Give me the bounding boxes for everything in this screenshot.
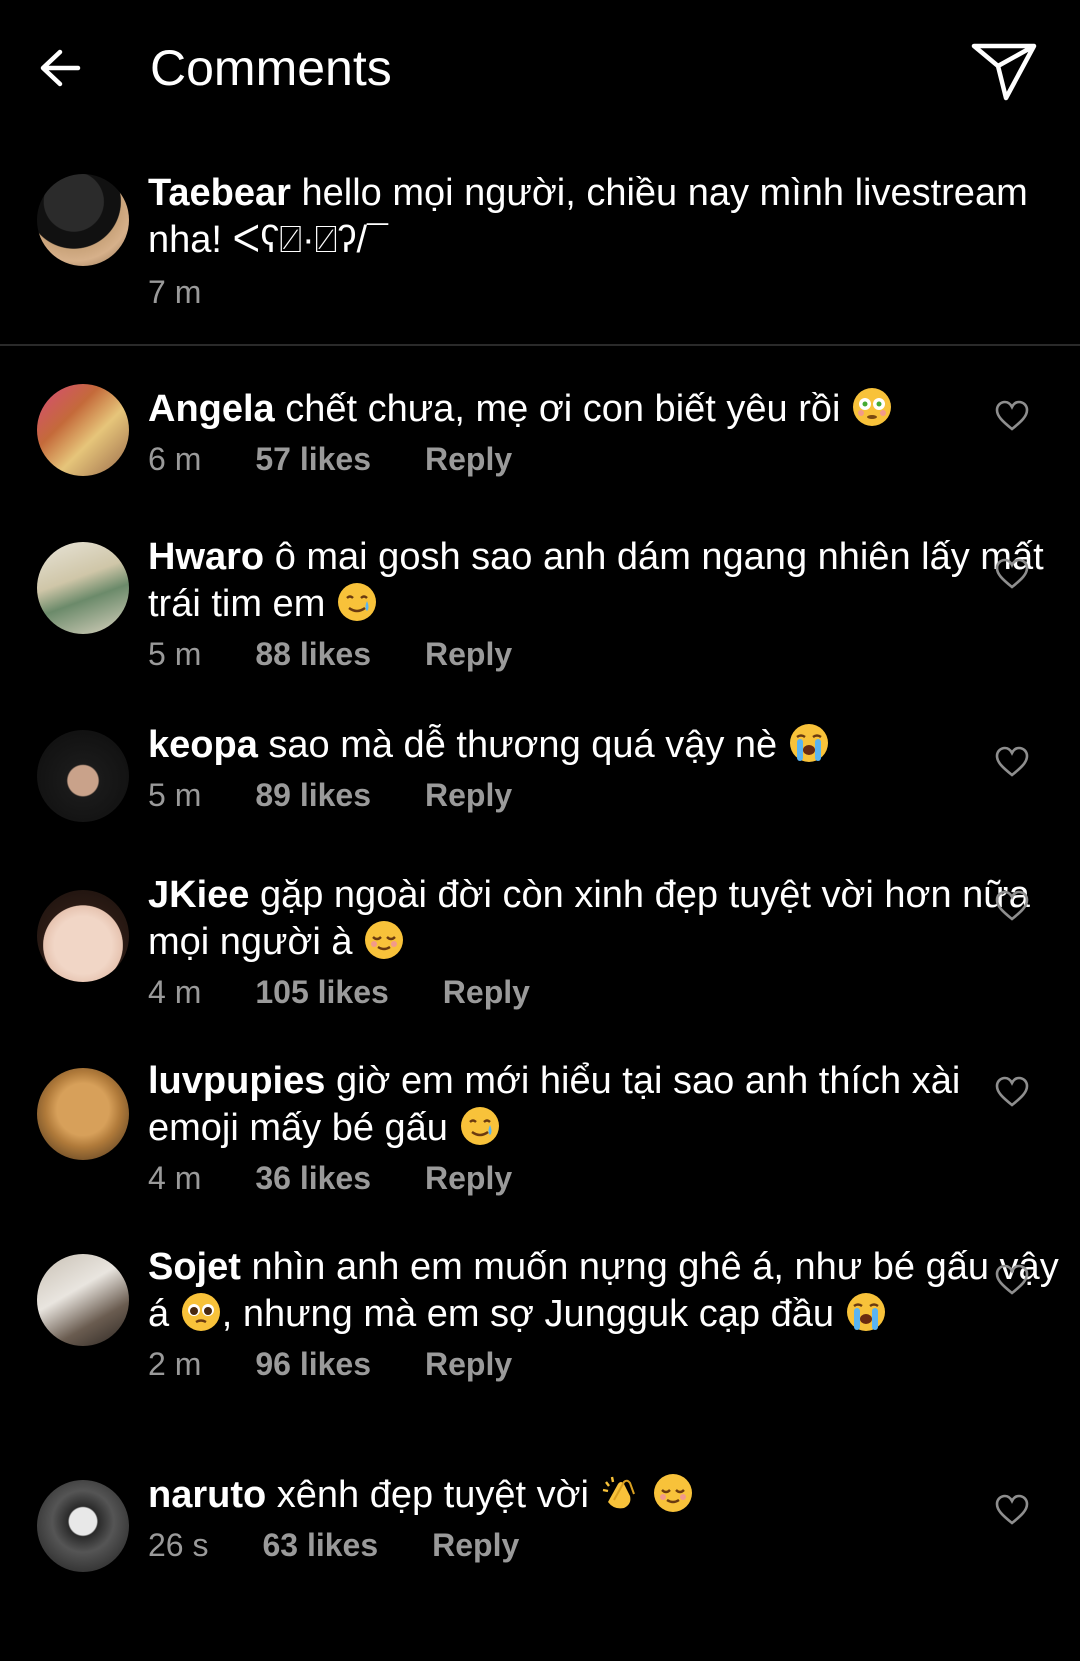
comment: keopa sao mà dễ thương quá vậy nè 5 m 89… <box>0 704 1080 856</box>
comment: naruto xênh đẹp tuyệt vời 26 s 63 likes … <box>0 1464 1080 1644</box>
comment-likes[interactable]: 63 likes <box>262 1525 378 1565</box>
comment-likes[interactable]: 88 likes <box>255 634 371 674</box>
comment-text: luvpupies giờ em mới hiểu tại sao anh th… <box>148 1058 1060 1152</box>
comment-text: Hwaro ô mai gosh sao anh dám ngang nhiên… <box>148 534 1060 628</box>
heart-icon[interactable] <box>994 1494 1030 1526</box>
heart-icon[interactable] <box>994 890 1030 922</box>
heart-icon[interactable] <box>994 1076 1030 1108</box>
reply-button[interactable]: Reply <box>425 1158 512 1198</box>
page-title: Comments <box>150 40 392 96</box>
heart-icon[interactable] <box>994 1264 1030 1296</box>
comment-text: Angela chết chưa, mẹ ơi con biết yêu rồi <box>148 386 1060 433</box>
avatar[interactable] <box>37 542 129 634</box>
back-button[interactable] <box>30 38 90 98</box>
arrow-left-icon <box>40 49 81 87</box>
avatar[interactable] <box>37 730 129 822</box>
comment: Angela chết chưa, mẹ ơi con biết yêu rồi… <box>0 346 1080 504</box>
avatar[interactable] <box>37 1254 129 1346</box>
comment-text: Sojet nhìn anh em muốn nựng ghê á, như b… <box>148 1244 1060 1338</box>
pleading-face-icon <box>181 1293 220 1331</box>
flushed-face-icon <box>853 388 892 426</box>
avatar[interactable] <box>37 1480 129 1572</box>
paper-plane-icon <box>971 43 1037 101</box>
comment-body-cont: , nhưng mà em sợ Jungguk cạp đầu <box>221 1293 834 1335</box>
comment-time: 2 m <box>148 1346 202 1382</box>
share-button[interactable] <box>968 38 1040 104</box>
comment-time: 5 m <box>148 777 202 813</box>
reply-button[interactable]: Reply <box>443 972 530 1012</box>
reply-button[interactable]: Reply <box>425 439 512 479</box>
loudly-crying-face-icon <box>846 1293 885 1331</box>
comment-likes[interactable]: 96 likes <box>255 1344 371 1384</box>
comment-time: 26 s <box>148 1527 209 1563</box>
comment-time: 4 m <box>148 974 202 1010</box>
smiling-tear-icon <box>337 583 376 621</box>
comment-body: sao mà dễ thương quá vậy nè <box>268 724 778 766</box>
comment-body: gặp ngoài đời còn xinh đẹp tuyệt vời hơn… <box>148 874 1030 963</box>
caption-text: Taebear hello mọi người, chiều nay mình … <box>148 170 1060 264</box>
heart-icon[interactable] <box>994 746 1030 778</box>
caption-username[interactable]: Taebear <box>148 172 291 214</box>
caption-time: 7 m <box>148 274 202 310</box>
comment-body: ô mai gosh sao anh dám ngang nhiên lấy m… <box>148 536 1044 625</box>
reply-button[interactable]: Reply <box>425 775 512 815</box>
comment-likes[interactable]: 105 likes <box>255 972 388 1012</box>
top-bar: Comments <box>0 0 1080 140</box>
reply-button[interactable]: Reply <box>425 1344 512 1384</box>
post-caption: Taebear hello mọi người, chiều nay mình … <box>0 140 1080 346</box>
comment: Sojet nhìn anh em muốn nựng ghê á, như b… <box>0 1230 1080 1464</box>
comment-username[interactable]: Angela <box>148 388 275 430</box>
loudly-crying-face-icon <box>789 724 828 762</box>
clapping-hands-icon <box>602 1476 635 1509</box>
avatar[interactable] <box>37 174 129 266</box>
comment-text: keopa sao mà dễ thương quá vậy nè <box>148 722 1060 769</box>
comment-likes[interactable]: 89 likes <box>255 775 371 815</box>
relieved-face-icon <box>365 921 404 959</box>
reply-button[interactable]: Reply <box>425 634 512 674</box>
avatar[interactable] <box>37 384 129 476</box>
comment-text: JKiee gặp ngoài đời còn xinh đẹp tuyệt v… <box>148 872 1060 966</box>
comment-time: 6 m <box>148 441 202 477</box>
comment-body: chết chưa, mẹ ơi con biết yêu rồi <box>285 388 841 430</box>
avatar[interactable] <box>37 890 129 982</box>
comment-likes[interactable]: 36 likes <box>255 1158 371 1198</box>
comment: Hwaro ô mai gosh sao anh dám ngang nhiên… <box>0 504 1080 704</box>
comment-username[interactable]: luvpupies <box>148 1060 325 1102</box>
smiling-tear-icon <box>460 1107 499 1145</box>
comment-time: 5 m <box>148 636 202 672</box>
comment-time: 4 m <box>148 1160 202 1196</box>
comment: luvpupies giờ em mới hiểu tại sao anh th… <box>0 1042 1080 1230</box>
comment-likes[interactable]: 57 likes <box>255 439 371 479</box>
comment-username[interactable]: keopa <box>148 724 258 766</box>
comment-username[interactable]: JKiee <box>148 874 249 916</box>
comment-text: naruto xênh đẹp tuyệt vời <box>148 1472 1060 1519</box>
relieved-face-icon <box>654 1474 693 1512</box>
comment: JKiee gặp ngoài đời còn xinh đẹp tuyệt v… <box>0 856 1080 1042</box>
comment-username[interactable]: Sojet <box>148 1246 241 1288</box>
comment-username[interactable]: naruto <box>148 1474 266 1516</box>
comment-username[interactable]: Hwaro <box>148 536 264 578</box>
heart-icon[interactable] <box>994 400 1030 432</box>
reply-button[interactable]: Reply <box>432 1525 519 1565</box>
heart-icon[interactable] <box>994 558 1030 590</box>
comment-body: xênh đẹp tuyệt vời <box>276 1474 590 1516</box>
avatar[interactable] <box>37 1068 129 1160</box>
